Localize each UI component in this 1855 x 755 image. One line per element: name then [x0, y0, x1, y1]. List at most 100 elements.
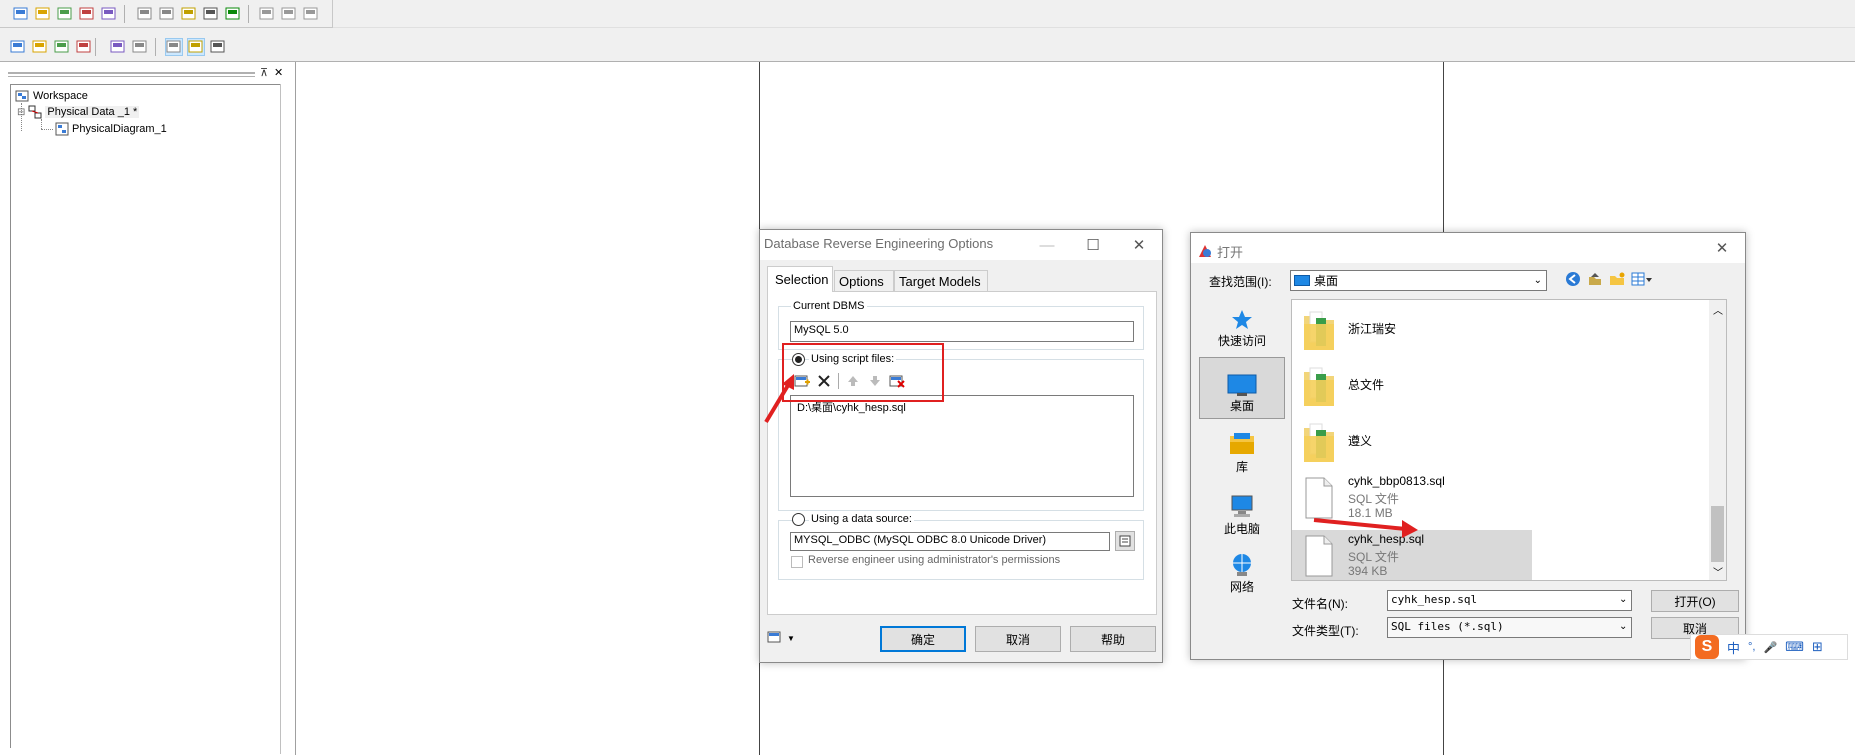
nav-network[interactable]: 网络	[1199, 539, 1285, 595]
workspace-icon	[15, 90, 29, 102]
tree-item-label: Physical Data _1 *	[45, 106, 140, 118]
chevron-down-icon: ▼	[787, 633, 795, 643]
collapse-expander-icon[interactable]: ⊟	[17, 107, 25, 118]
list-item[interactable]: 总文件	[1292, 360, 1532, 414]
nav-quick-access[interactable]: 快速访问	[1199, 299, 1285, 349]
ime-logo-icon: S	[1695, 635, 1719, 659]
reverse-icon[interactable]	[131, 38, 149, 56]
reverse-engineering-dialog: Database Reverse Engineering Options — ☐…	[759, 229, 1163, 663]
open-button[interactable]: 打开(O)	[1651, 590, 1739, 612]
tab-target-models[interactable]: Target Models	[894, 270, 988, 292]
chevron-down-icon[interactable]: ⌄	[1619, 621, 1627, 632]
ime-punctuation[interactable]: °,	[1748, 641, 1755, 653]
file-list[interactable]: 浙江瑞安 总文件 遵义 cyhk_bbp0813.sql SQL 文件 18.1 MB cy…	[1291, 299, 1727, 581]
settings-dropdown[interactable]: ▼	[767, 630, 795, 646]
procedure-icon[interactable]	[53, 38, 71, 56]
ime-chinese-mode[interactable]: 中	[1727, 638, 1740, 657]
fold-icon[interactable]	[258, 5, 276, 23]
filename-field[interactable]: cyhk_hesp.sql	[1387, 590, 1632, 611]
toolbar-row-1	[0, 0, 1855, 28]
lookin-combo[interactable]: 桌面 ⌄	[1290, 270, 1547, 291]
close-button[interactable]: ✕	[1699, 233, 1745, 263]
generate-icon[interactable]	[109, 38, 127, 56]
up-folder-icon[interactable]	[1587, 271, 1603, 287]
cancel-button[interactable]: 取消	[975, 626, 1061, 652]
forward-icon[interactable]	[302, 5, 320, 23]
close-browser-button[interactable]: ✕	[274, 66, 283, 79]
reference-icon[interactable]	[75, 38, 93, 56]
filetype-label: 文件类型(T):	[1292, 624, 1359, 638]
tree-item-workspace[interactable]: Workspace	[15, 89, 88, 103]
check-model-icon[interactable]	[100, 5, 118, 23]
star-icon	[1232, 310, 1252, 329]
nav-desktop[interactable]: 桌面	[1199, 357, 1285, 419]
file-name: 浙江瑞安	[1348, 322, 1397, 336]
data-source-radio[interactable]	[792, 513, 805, 526]
tree-item-label: PhysicalDiagram_1	[72, 123, 167, 135]
scrollbar[interactable]: ︿ ﹀	[1709, 300, 1726, 580]
filetype-combo[interactable]: SQL files (*.sql)	[1387, 617, 1632, 638]
select-icon[interactable]	[165, 38, 183, 56]
view-menu-icon[interactable]	[1631, 271, 1653, 287]
grid-menu-icon[interactable]: ⊞	[1812, 639, 1823, 655]
copy-icon[interactable]	[136, 5, 154, 23]
current-dbms-field: MySQL 5.0	[790, 321, 1134, 342]
new-folder-icon[interactable]	[1609, 271, 1625, 287]
model-icon	[28, 105, 42, 119]
list-icon[interactable]	[209, 38, 227, 56]
app-icon	[1199, 245, 1211, 257]
highlight-box	[782, 343, 944, 402]
chevron-down-icon: ⌄	[1533, 275, 1542, 286]
close-button[interactable]: ✕	[1116, 230, 1162, 260]
file-name: cyhk_bbp0813.sql	[1348, 474, 1445, 488]
scroll-up-icon[interactable]: ︿	[1713, 302, 1723, 317]
open-dialog-titlebar: 打开	[1191, 233, 1745, 263]
ok-button[interactable]: 确定	[880, 626, 966, 652]
microphone-icon[interactable]: 🎤	[1763, 641, 1777, 654]
scroll-thumb[interactable]	[1711, 506, 1724, 562]
folder-icon	[1304, 423, 1334, 462]
admin-permissions-checkbox[interactable]	[791, 556, 803, 568]
diagram-icon	[55, 122, 69, 136]
script-files-list[interactable]: D:\桌面\cyhk_hesp.sql	[790, 395, 1134, 497]
back-icon[interactable]	[280, 5, 298, 23]
data-source-browse-button[interactable]	[1115, 531, 1135, 551]
maximize-button[interactable]: ☐	[1070, 230, 1116, 260]
back-icon[interactable]	[1565, 271, 1581, 287]
format-icon[interactable]	[202, 5, 220, 23]
ime-toolbar[interactable]: S 中 °, 🎤 ⌨ ⊞	[1690, 634, 1848, 660]
lookin-label: 查找范围(I):	[1209, 275, 1272, 289]
edit-icon[interactable]	[180, 5, 198, 23]
tree-item-diagram[interactable]: PhysicalDiagram_1	[55, 122, 167, 136]
keyboard-icon[interactable]: ⌨	[1785, 639, 1804, 655]
new-model-icon[interactable]	[12, 5, 30, 23]
data-source-field[interactable]: MYSQL_ODBC (MySQL ODBC 8.0 Unicode Drive…	[790, 532, 1110, 551]
tab-options[interactable]: Options	[834, 270, 894, 292]
file-size: 394 KB	[1348, 564, 1388, 578]
workspace-icon[interactable]	[56, 5, 74, 23]
browser-tree: Workspace ⊟ Physical Data _1 * PhysicalD…	[10, 84, 280, 748]
refresh-icon[interactable]	[78, 5, 96, 23]
tab-selection[interactable]: Selection	[767, 266, 833, 292]
file-type: SQL 文件	[1348, 492, 1399, 506]
list-item[interactable]: 遵义	[1292, 416, 1532, 470]
nav-library[interactable]: 库	[1199, 423, 1285, 475]
view-icon[interactable]	[31, 38, 49, 56]
chevron-down-icon[interactable]: ⌄	[1619, 594, 1627, 605]
nav-this-pc[interactable]: 此电脑	[1199, 481, 1285, 537]
scroll-down-icon[interactable]: ﹀	[1713, 564, 1723, 579]
grid-icon[interactable]	[187, 38, 205, 56]
tree-item-physical-data[interactable]: ⊟ Physical Data _1 *	[17, 105, 140, 119]
folder-icon	[1304, 367, 1334, 406]
list-item[interactable]: 浙江瑞安	[1292, 304, 1532, 358]
properties-icon[interactable]	[158, 5, 176, 23]
table-icon[interactable]	[9, 38, 27, 56]
text-icon[interactable]	[224, 5, 242, 23]
toolbar-separator	[248, 5, 249, 23]
pin-button[interactable]: ⊼	[260, 66, 268, 79]
minimize-button[interactable]: —	[1024, 230, 1070, 260]
toolbar-separator	[155, 38, 156, 56]
open-icon[interactable]	[34, 5, 52, 23]
file-type: SQL 文件	[1348, 550, 1399, 564]
help-button[interactable]: 帮助	[1070, 626, 1156, 652]
